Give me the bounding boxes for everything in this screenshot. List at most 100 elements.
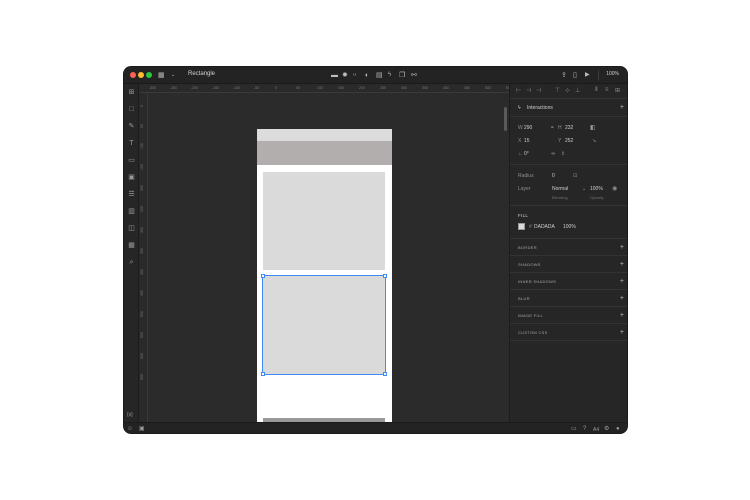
layout-grid-icon[interactable]: ▦	[158, 70, 165, 81]
add-blur-button[interactable]: +	[620, 295, 624, 302]
section-inner-shadows[interactable]: INNER SHADOWS +	[510, 272, 627, 289]
search-icon[interactable]: ⌕	[127, 258, 136, 267]
corner-radius-icon[interactable]: ⊡	[573, 173, 577, 179]
section-custom-css[interactable]: CUSTOM CSS +	[510, 323, 627, 340]
rectangle-tool-icon[interactable]: □	[127, 105, 136, 114]
resize-handle-top-left[interactable]	[261, 274, 265, 278]
ruler-tick-label: 350	[422, 86, 428, 90]
image-tool-icon[interactable]: ▣	[127, 173, 136, 182]
account-icon[interactable]: ●	[616, 426, 620, 433]
document-icon[interactable]: ▤	[376, 70, 383, 81]
code-icon[interactable]: ‹›	[353, 70, 356, 81]
rectangle-selected[interactable]	[262, 275, 386, 375]
contrast-icon[interactable]: ◐	[365, 70, 369, 81]
device-icon[interactable]: ▭	[571, 426, 577, 433]
close-window-button[interactable]	[130, 72, 136, 78]
chevron-down-icon[interactable]: ⌄	[171, 70, 175, 81]
section-border[interactable]: BORDER +	[510, 238, 627, 255]
canvas-scrollbar[interactable]	[504, 107, 507, 131]
ruler-tick-label: -100	[233, 86, 241, 90]
section-blur[interactable]: BLUR +	[510, 289, 627, 306]
x-input[interactable]: 15	[524, 138, 530, 144]
data-tool-icon[interactable]: ▦	[127, 241, 136, 250]
page-size-label[interactable]: A4	[593, 427, 599, 433]
rectangle-top[interactable]	[263, 172, 385, 270]
form-tool-icon[interactable]: ☰	[127, 190, 136, 199]
radius-input[interactable]: 0	[552, 173, 555, 179]
smiley-icon[interactable]: ☺	[127, 426, 133, 433]
folder-icon[interactable]: ▬	[331, 70, 338, 81]
height-input[interactable]: 232	[565, 125, 573, 131]
settings-icon[interactable]: ⚙	[604, 426, 609, 433]
align-center-h-icon[interactable]: ⊣	[526, 87, 531, 94]
text-tool-icon[interactable]: T	[127, 139, 136, 148]
zoom-level[interactable]: 100%	[606, 71, 619, 77]
variables-icon[interactable]: {x}	[127, 412, 133, 418]
y-input[interactable]: 252	[565, 138, 573, 144]
section-shadows[interactable]: SHADOWS +	[510, 255, 627, 272]
interactions-row[interactable]: ϟ Interactions +	[510, 99, 627, 117]
align-top-icon[interactable]: ⊤	[555, 87, 560, 94]
opacity-input[interactable]: 100%	[590, 186, 603, 192]
play-icon[interactable]: ▶	[585, 70, 590, 81]
section-image-fill[interactable]: IMAGE FILL +	[510, 306, 627, 323]
add-inner-shadow-button[interactable]: +	[620, 278, 624, 285]
align-left-icon[interactable]: ⊢	[516, 87, 521, 94]
link-icon[interactable]: ⚭	[550, 125, 554, 131]
pen-tool-icon[interactable]: ✎	[127, 122, 136, 131]
add-image-fill-button[interactable]: +	[620, 312, 624, 319]
visibility-icon[interactable]: ◉	[612, 185, 617, 192]
artboard[interactable]	[257, 129, 392, 422]
add-border-button[interactable]: +	[620, 244, 624, 251]
link-icon[interactable]: ⚯	[411, 70, 417, 81]
layout-tool-icon[interactable]: ▥	[127, 207, 136, 216]
minimize-window-button[interactable]	[138, 72, 144, 78]
ruler-tick-label: 150	[140, 164, 144, 170]
ruler-tick-label: 200	[140, 185, 144, 191]
design-canvas[interactable]	[148, 93, 509, 422]
share-icon[interactable]: ⇪	[561, 70, 567, 81]
divider	[510, 205, 627, 206]
resize-handle-bottom-left[interactable]	[261, 372, 265, 376]
status-bar-placeholder[interactable]	[257, 129, 392, 141]
panel-toggle-icon[interactable]: ▣	[139, 426, 145, 433]
blending-select[interactable]: Normal	[552, 186, 568, 192]
section-label: CUSTOM CSS	[518, 330, 548, 335]
header-block[interactable]	[257, 141, 392, 165]
zoom-window-button[interactable]	[146, 72, 152, 78]
align-middle-icon[interactable]: ⊹	[565, 87, 570, 94]
constraint-icon[interactable]: ↘	[592, 138, 596, 144]
resize-handle-top-right[interactable]	[383, 274, 387, 278]
distribute-v-icon[interactable]: ≡	[605, 87, 609, 93]
ruler-tick-label: 600	[140, 353, 144, 359]
fixed-size-icon[interactable]: ◧	[590, 124, 596, 131]
width-input[interactable]: 290	[524, 125, 532, 131]
align-bottom-icon[interactable]: ⊥	[575, 87, 580, 94]
button-tool-icon[interactable]: ▭	[127, 156, 136, 165]
inspector-panel: ⊢ ⊣ ⊣ ⊤ ⊹ ⊥ ⫴ ≡ ⊞ ϟ Interactions + W 290…	[509, 84, 627, 422]
alignment-toolbar: ⊢ ⊣ ⊣ ⊤ ⊹ ⊥ ⫴ ≡ ⊞	[510, 84, 627, 99]
add-custom-css-button[interactable]: +	[620, 329, 624, 336]
fill-color-swatch[interactable]	[518, 223, 525, 230]
add-interaction-button[interactable]: +	[620, 104, 624, 111]
artboard-tool-icon[interactable]: ⊞	[127, 88, 136, 97]
add-shadow-button[interactable]: +	[620, 261, 624, 268]
align-right-icon[interactable]: ⊣	[536, 87, 541, 94]
tidy-icon[interactable]: ⊞	[615, 87, 620, 94]
fill-hex-input[interactable]: DADADA	[534, 224, 555, 230]
resize-handle-bottom-right[interactable]	[383, 372, 387, 376]
help-icon[interactable]: ?	[583, 426, 586, 433]
gear-icon[interactable]: ✹	[342, 70, 348, 81]
distribute-h-icon[interactable]: ⫴	[595, 87, 598, 94]
rotation-input[interactable]: 0°	[524, 151, 529, 157]
lightning-icon[interactable]: ϟ	[388, 70, 391, 81]
embed-tool-icon[interactable]: ◫	[127, 224, 136, 233]
chevron-down-icon[interactable]: ⌄	[582, 186, 586, 192]
flip-horizontal-icon[interactable]: ⇹	[551, 151, 555, 157]
components-icon[interactable]: ❐	[399, 70, 405, 81]
ruler-tick-label: -150	[212, 86, 220, 90]
flip-vertical-icon[interactable]: ⇕	[561, 151, 565, 157]
mobile-preview-icon[interactable]: ▯	[573, 70, 577, 81]
divider	[510, 340, 627, 341]
fill-opacity-input[interactable]: 100%	[563, 224, 576, 230]
